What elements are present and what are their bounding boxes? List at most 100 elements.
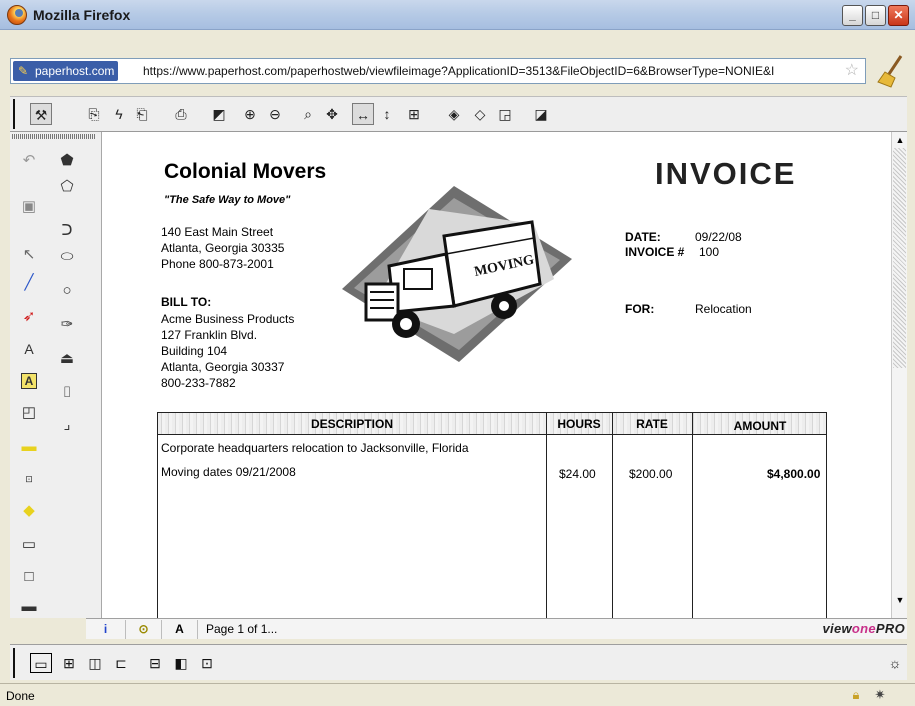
address-line: Phone 800-873-2001 — [161, 257, 274, 271]
invoice-date: 09/22/08 — [695, 230, 742, 244]
lightning-icon[interactable]: ϟ — [108, 103, 130, 125]
undo-icon[interactable]: ↶ — [18, 150, 40, 172]
rectangle-icon[interactable]: ▭ — [18, 534, 40, 556]
zoom-out-icon[interactable]: ⊖ — [264, 103, 286, 125]
highlight-rect-icon[interactable]: ▬ — [18, 436, 40, 458]
line-icon[interactable]: ╱ — [18, 272, 40, 294]
bill-to-line: Acme Business Products — [161, 312, 295, 326]
brightness-icon[interactable]: ☼ — [884, 653, 906, 673]
zoom-in-icon[interactable]: ⊕ — [239, 103, 261, 125]
company-name: Colonial Movers — [164, 160, 327, 183]
text-box-icon[interactable]: A — [21, 373, 37, 389]
company-address: 140 East Main Street Atlanta, Georgia 30… — [161, 224, 284, 272]
fit-width-icon[interactable]: ↔ — [352, 103, 374, 125]
scroll-down-icon[interactable]: ▼ — [894, 594, 906, 606]
hyperlink-icon[interactable]: ⊡ — [18, 468, 40, 490]
four-pane-icon[interactable]: ⊡ — [196, 653, 218, 673]
bill-to-label: BILL TO: — [161, 295, 212, 309]
invoice-table: DESCRIPTION HOURS RATE AMOUNT Corporate … — [157, 412, 827, 618]
moving-truck-image: MOVING — [342, 186, 572, 362]
palette-grip[interactable] — [12, 134, 96, 139]
column-divider — [692, 413, 693, 618]
site-identity-label: paperhost.com — [35, 64, 115, 78]
scroll-thumb[interactable] — [893, 148, 906, 368]
invert-icon[interactable]: ◪ — [530, 103, 552, 125]
save-icon[interactable]: ▣ — [18, 196, 40, 218]
fit-height-icon[interactable]: ↕ — [376, 103, 398, 125]
two-page-icon[interactable]: ◫ — [84, 653, 106, 673]
pointer-icon[interactable]: ↖ — [18, 244, 40, 266]
invoice-number: 100 — [699, 245, 720, 259]
pan-icon[interactable]: ✥ — [321, 103, 343, 125]
pen-icon[interactable]: ✑ — [56, 314, 78, 336]
bill-to-address: Acme Business Products 127 Franklin Blvd… — [161, 311, 294, 391]
window-title: Mozilla Firefox — [33, 7, 131, 23]
text-icon[interactable]: A — [18, 338, 40, 360]
page-next-icon[interactable]: ⎗ — [131, 103, 153, 125]
broom-icon[interactable] — [877, 54, 907, 88]
page-flip-icon[interactable]: ◲ — [494, 103, 516, 125]
bookmark-star-icon[interactable]: ☆ — [845, 62, 859, 80]
small-rectangle-icon[interactable]: □ — [18, 566, 40, 588]
print-icon[interactable]: ⎙ — [170, 103, 192, 125]
annotation-tab[interactable]: ⊙ — [126, 620, 162, 639]
page-prev-icon[interactable]: ⎘ — [83, 103, 105, 125]
arrow-icon[interactable]: ➶ — [18, 306, 40, 328]
column-header: RATE — [636, 417, 668, 431]
invoice-title: INVOICE — [655, 156, 797, 191]
fit-page-icon[interactable]: ⊞ — [403, 103, 425, 125]
page-indicator: Page 1 of 1... — [206, 622, 278, 636]
bill-to-line: 800-233-7882 — [161, 376, 236, 390]
rotate-right-icon[interactable]: ◇ — [469, 103, 491, 125]
invoice-number-label: INVOICE # — [625, 245, 685, 259]
polyline-icon[interactable]: ᑐ — [56, 220, 78, 242]
ruler-icon[interactable]: ⌷ — [56, 382, 78, 404]
column-divider — [612, 413, 613, 618]
site-identity-button[interactable]: ✎ paperhost.com — [13, 61, 119, 81]
diamond-icon[interactable]: ◆ — [18, 500, 40, 522]
close-button[interactable]: ✕ — [888, 5, 909, 26]
viewone-pro-logo: viewonePRO — [822, 621, 905, 636]
firefox-icon — [7, 5, 27, 25]
url-text[interactable]: https://www.paperhost.com/paperhostweb/v… — [143, 64, 843, 78]
addon-icon[interactable]: ✷ — [872, 687, 888, 703]
thumbnails-icon[interactable]: ⊞ — [58, 653, 80, 673]
circle-icon[interactable]: ○ — [56, 280, 78, 302]
note-icon[interactable]: ◰ — [18, 402, 40, 424]
url-bar[interactable]: ✎ paperhost.com https://www.paperhost.co… — [10, 58, 866, 84]
single-page-icon[interactable]: ▭ — [30, 653, 52, 673]
annotation-palette: ↶ ⬟ ⬠ ▣ ᑐ ↖ ⬭ ╱ ○ ➶ ✑ A ⏏ A ⌷ ◰ ⌟ ▬ ⊡ ◆ … — [10, 132, 102, 618]
info-tab[interactable]: i — [86, 620, 126, 639]
highlight-arrow-icon[interactable]: ◩ — [208, 103, 230, 125]
rotate-left-icon[interactable]: ◈ — [443, 103, 465, 125]
padlock-icon[interactable]: 🔒︎ — [848, 687, 864, 703]
minimize-button[interactable]: _ — [842, 5, 863, 26]
split-icon[interactable]: ⊏ — [110, 653, 132, 673]
toolbar-grip[interactable] — [13, 648, 18, 678]
viewer-status-bar: i ⊙ A Page 1 of 1... viewonePRO — [86, 618, 907, 639]
pentagon-filled-icon[interactable]: ⬟ — [56, 150, 78, 172]
filled-rectangle-icon[interactable]: ▬ — [18, 596, 40, 618]
column-header: AMOUNT — [733, 419, 787, 433]
vertical-split-icon[interactable]: ⊟ — [144, 653, 166, 673]
polygon-icon[interactable]: ⬠ — [56, 176, 78, 198]
address-line: Atlanta, Georgia 30335 — [161, 241, 285, 255]
date-label: DATE: — [625, 230, 661, 244]
scroll-up-icon[interactable]: ▲ — [894, 134, 906, 146]
vertical-scrollbar[interactable]: ▲ ▼ — [891, 132, 907, 618]
maximize-button[interactable]: □ — [865, 5, 886, 26]
toolbar-grip[interactable] — [13, 99, 18, 129]
layout-toolbar: ▭ ⊞ ◫ ⊏ ⊟ ◧ ⊡ ☼ — [10, 644, 907, 680]
document-view[interactable]: Colonial Movers "The Safe Way to Move" 1… — [102, 132, 891, 618]
zoom-rect-icon[interactable]: ⌕ — [297, 103, 319, 125]
text-tab[interactable]: A — [162, 620, 198, 639]
select-tool-icon[interactable]: ⚒ — [30, 103, 52, 125]
horizontal-split-icon[interactable]: ◧ — [170, 653, 192, 673]
stamp-icon[interactable]: ⏏ — [56, 348, 78, 370]
viewer-toolbar: ⚒ ⎘ ϟ ⎗ ⎙ ◩ ⊕ ⊖ ⌕ ✥ ↔ ↕ ⊞ ◈ ◇ ◲ ◪ — [10, 96, 907, 132]
table-cell: Moving dates 09/21/2008 — [161, 465, 296, 479]
table-header-row: DESCRIPTION HOURS RATE AMOUNT — [158, 413, 826, 435]
angle-icon[interactable]: ⌟ — [56, 414, 78, 436]
ellipse-icon[interactable]: ⬭ — [56, 246, 78, 268]
table-cell: Corporate headquarters relocation to Jac… — [161, 441, 469, 455]
